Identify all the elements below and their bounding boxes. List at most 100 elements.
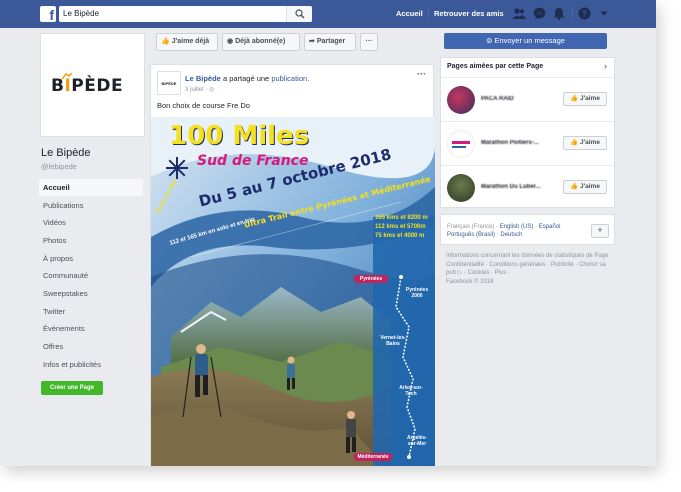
facebook-logo-icon[interactable]: f — [40, 6, 56, 22]
following-button[interactable]: ◉ Déjà abonné(e) — [222, 33, 300, 51]
route-label-mediterranee: Méditerranée — [357, 454, 389, 460]
search-input[interactable]: Le Bipède — [59, 6, 312, 22]
post-timestamp[interactable]: 3 juillet · ◎ — [185, 86, 214, 93]
rss-icon: ◉ — [227, 38, 234, 45]
liked-page-avatar[interactable] — [447, 174, 475, 202]
chevron-down-icon[interactable] — [600, 11, 608, 17]
friend-requests-icon[interactable] — [512, 7, 526, 20]
share-arrow-icon: ➦ — [309, 38, 315, 45]
poster-distance: 165 kms et 8200 m — [375, 215, 428, 221]
send-message-label: Envoyer un message — [494, 36, 565, 45]
language-link-pt[interactable]: Português (Brasil) — [447, 232, 495, 238]
like-button-label: J'aime — [579, 183, 600, 190]
language-list: Français (France) · English (US) · Españ… — [447, 224, 561, 238]
language-selector-panel: Français (France) · English (US) · Españ… — [440, 214, 615, 245]
post-publication-link[interactable]: publication. — [271, 74, 309, 83]
sidebar-item-videos[interactable]: Vidéos — [39, 214, 143, 231]
liked-page-avatar[interactable] — [447, 86, 475, 114]
poster-subtitle: Sud de France — [197, 153, 309, 169]
post-author-avatar[interactable]: BIPÈDE — [157, 71, 181, 95]
sidebar-item-home[interactable]: Accueil — [39, 179, 143, 196]
thumbs-up-icon: 👍 — [570, 183, 580, 190]
route-label-vernet: Vernet-les-Bains — [380, 335, 406, 347]
logo-letters: PÈDE — [71, 76, 124, 96]
like-button-label: J'aime — [579, 139, 600, 146]
thumbs-up-icon: 👍 — [161, 38, 170, 45]
share-button[interactable]: ➦ Partager — [304, 33, 356, 51]
notifications-bell-icon[interactable] — [553, 7, 565, 20]
page-title[interactable]: Le Bipède — [41, 147, 91, 159]
page-profile-picture[interactable]: BIPÈDE — [40, 33, 145, 137]
page-footer[interactable]: Informations concernant les données de s… — [446, 252, 611, 286]
sidebar-item-info-ads[interactable]: Infos et publicités — [39, 356, 143, 373]
help-icon[interactable]: ? — [578, 7, 591, 20]
language-current: Français (France) — [447, 224, 495, 230]
post-author-link[interactable]: Le Bipède — [185, 74, 221, 83]
liked-page-item[interactable]: PACA RAID 👍 J'aime — [441, 77, 614, 121]
liked-pages-panel: Pages aimées par cette Page › PACA RAID … — [440, 57, 615, 208]
chevron-right-icon[interactable]: › — [604, 61, 607, 71]
route-label-pyrenees: Pyrénées — [359, 276, 383, 282]
create-page-button[interactable]: Créer une Page — [41, 381, 103, 395]
page-username[interactable]: @lebipede — [41, 162, 77, 171]
liked-page-name[interactable]: Marathon Poitiers-... — [481, 140, 539, 146]
search-button[interactable] — [286, 6, 312, 22]
language-link-de[interactable]: Deutsch — [500, 232, 522, 238]
share-button-label: Partager — [316, 38, 346, 45]
liked-page-item[interactable]: Marathon Du Luber... 👍 J'aime — [441, 165, 614, 209]
nav-divider — [428, 8, 429, 20]
sidebar-item-twitter[interactable]: Twitter — [39, 303, 143, 320]
sidebar-item-about[interactable]: À propos — [39, 250, 143, 267]
liked-button-label: J'aime déjà — [171, 38, 210, 45]
like-page-button[interactable]: 👍 J'aime — [563, 136, 607, 150]
post-header: Le Bipède a partagé une publication. — [185, 74, 309, 83]
sidebar-item-posts[interactable]: Publications — [39, 197, 143, 214]
post-options-button[interactable]: ··· — [417, 69, 426, 79]
sidebar-item-photos[interactable]: Photos — [39, 232, 143, 249]
runner-logo-icon — [61, 72, 73, 80]
poster-title: 100 Miles — [169, 121, 310, 151]
post-card: BIPÈDE Le Bipède a partagé une publicati… — [150, 64, 435, 466]
search-icon — [295, 9, 305, 19]
nav-home-link[interactable]: Accueil — [396, 9, 423, 18]
liked-page-name[interactable]: Marathon Du Luber... — [481, 184, 541, 190]
sidebar-item-offers[interactable]: Offres — [39, 338, 143, 355]
language-link-en[interactable]: English (US) — [500, 224, 534, 230]
language-link-es[interactable]: Español — [539, 224, 561, 230]
post-shared-text: a partagé une — [222, 74, 270, 83]
like-button-label: J'aime — [579, 95, 600, 102]
poster-distance: 75 kms et 4000 m — [375, 233, 425, 239]
page-action-bar: 👍 J'aime déjà ◉ Déjà abonné(e) ➦ Partager ·… — [150, 31, 434, 53]
liked-button[interactable]: 👍 J'aime déjà — [156, 33, 218, 51]
sidebar-item-community[interactable]: Communauté — [39, 267, 143, 284]
liked-page-item[interactable]: Marathon Poitiers-... 👍 J'aime — [441, 121, 614, 165]
send-message-button[interactable]: ⊜ Envoyer un message — [444, 33, 607, 49]
top-navigation-bar: f Le Bipède Accueil Retrouver des amis ? — [0, 0, 656, 28]
more-actions-button[interactable]: ··· — [360, 33, 378, 51]
sidebar-item-events[interactable]: Événements — [39, 320, 143, 337]
like-page-button[interactable]: 👍 J'aime — [563, 92, 607, 106]
search-input-value: Le Bipède — [63, 9, 100, 18]
more-languages-button[interactable]: + — [591, 224, 609, 238]
liked-page-avatar[interactable] — [447, 130, 475, 158]
post-date-text: 3 juillet · — [185, 87, 210, 93]
post-message: Bon choix de course Fre Do — [157, 101, 250, 110]
globe-icon: ◎ — [209, 87, 215, 93]
liked-page-name[interactable]: PACA RAID — [481, 96, 514, 102]
route-label-argeles: Argelès-sur-Mer — [406, 435, 427, 447]
browser-frame: f Le Bipède Accueil Retrouver des amis ?… — [0, 0, 656, 466]
sidebar-item-sweepstakes[interactable]: Sweepstakes — [39, 285, 143, 302]
route-label-arles: Arles-sur-Tech — [399, 385, 423, 397]
liked-pages-title[interactable]: Pages aimées par cette Page — [447, 63, 543, 70]
like-page-button[interactable]: 👍 J'aime — [563, 180, 607, 194]
route-label-pyrenees-2000: Pyrénées 2000 — [405, 287, 429, 299]
nav-divider — [572, 8, 573, 20]
poster-distance: 112 kms et 5700m — [375, 224, 426, 230]
thumbs-up-icon: 👍 — [570, 139, 580, 146]
following-button-label: Déjà abonné(e) — [235, 38, 286, 45]
messenger-icon[interactable] — [533, 7, 546, 20]
svg-text:?: ? — [582, 10, 587, 19]
post-image[interactable]: 100 Miles Sud de France Du 5 au 7 octobr… — [151, 117, 435, 466]
thumbs-up-icon: 👍 — [570, 95, 580, 102]
nav-find-friends-link[interactable]: Retrouver des amis — [434, 9, 504, 18]
